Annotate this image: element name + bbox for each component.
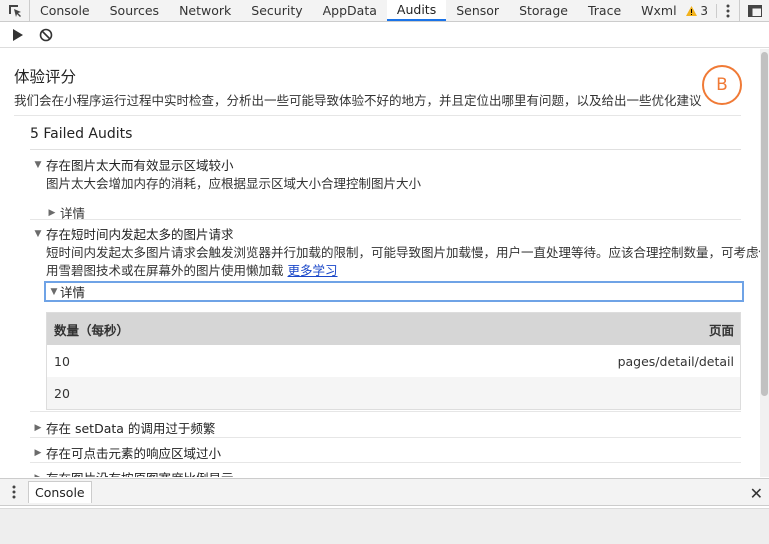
- divider: [30, 149, 741, 150]
- audit-title: 存在可点击元素的响应区域过小: [46, 446, 222, 461]
- audit-title: 存在 setData 的调用过于频繁: [46, 421, 216, 436]
- score-grade: B: [716, 75, 728, 95]
- column-header-page: 页面: [708, 322, 734, 338]
- warnings-counter[interactable]: 3: [678, 4, 717, 18]
- tab-network[interactable]: Network: [169, 0, 241, 21]
- inspect-cursor-icon: [8, 4, 21, 17]
- score-description: 我们会在小程序运行过程中实时检查，分析出一些可能导致体验不好的地方，并且定位出哪…: [14, 93, 702, 108]
- score-header: 体验评分 我们会在小程序运行过程中实时检查，分析出一些可能导致体验不好的地方，并…: [14, 65, 744, 109]
- audit-toggle[interactable]: ▶ 存在 setData 的调用过于频繁: [30, 418, 741, 437]
- divider: [30, 411, 741, 412]
- block-icon: [39, 28, 53, 41]
- tab-trace[interactable]: Trace: [578, 0, 631, 21]
- inspect-element-button[interactable]: [0, 0, 30, 21]
- drawer-toolbar: Console ✕: [0, 478, 769, 506]
- audit-title: 存在短时间内发起太多的图片请求: [46, 227, 234, 242]
- audit-title: 存在图片没有按原图宽度比例显示: [46, 468, 234, 477]
- triangle-down-icon: ▼: [34, 159, 42, 170]
- audit-toggle[interactable]: ▶ 存在图片没有按原图宽度比例显示: [30, 468, 741, 477]
- play-icon: [13, 28, 23, 41]
- audit-item-many-requests: ▼ 存在短时间内发起太多的图片请求 短时间内发起太多图片请求会触发浏览器并行加载…: [30, 224, 760, 280]
- score-title: 体验评分: [14, 68, 77, 86]
- dock-side-icon[interactable]: [739, 0, 769, 22]
- drawer-tab-console[interactable]: Console: [28, 481, 92, 503]
- clear-button[interactable]: [34, 25, 58, 45]
- audit-description-line: 短时间内发起太多图片请求会触发浏览器并行加载的限制，可能导致图片加载慢，用户一直…: [46, 245, 760, 260]
- close-drawer-icon[interactable]: ✕: [750, 484, 763, 503]
- audit-description-text: 用雪碧图技术或在屏幕外的图片使用懒加载: [46, 263, 284, 278]
- learn-more-link[interactable]: 更多学习: [288, 263, 338, 278]
- audit-item-aspect-ratio: ▶ 存在图片没有按原图宽度比例显示: [30, 468, 741, 477]
- audit-item-large-image: ▼ 存在图片太大而有效显示区域较小 图片太大会增加内存的消耗，应根据显示区域大小…: [30, 155, 741, 222]
- triangle-down-icon: ▼: [34, 228, 42, 239]
- devtools-tab-bar: Console Sources Network Security AppData…: [0, 0, 769, 22]
- console-input-area[interactable]: [0, 508, 769, 544]
- divider: [30, 437, 741, 438]
- failed-audits-heading: 5 Failed Audits: [30, 126, 133, 142]
- audit-toggle[interactable]: ▼ 存在短时间内发起太多的图片请求: [30, 224, 741, 243]
- run-audits-button[interactable]: [6, 25, 30, 45]
- table-header: 数量（每秒） 页面: [47, 313, 740, 345]
- tab-security[interactable]: Security: [241, 0, 312, 21]
- tab-storage[interactable]: Storage: [509, 0, 578, 21]
- audits-panel: 体验评分 我们会在小程序运行过程中实时检查，分析出一些可能导致体验不好的地方，并…: [0, 49, 760, 477]
- triangle-down-icon: ▼: [50, 286, 58, 297]
- tab-audits[interactable]: Audits: [386, 0, 447, 21]
- triangle-right-icon: ▶: [34, 447, 42, 458]
- divider: [30, 219, 741, 220]
- details-table: 数量（每秒） 页面 10 pages/detail/detail 20: [46, 312, 741, 410]
- audit-title: 存在图片太大而有效显示区域较小: [46, 158, 234, 173]
- drawer-menu-icon[interactable]: [0, 485, 28, 499]
- tab-console[interactable]: Console: [30, 0, 100, 21]
- more-options-icon[interactable]: [717, 4, 739, 18]
- audits-toolbar: [0, 22, 769, 48]
- details-label: 详情: [60, 285, 86, 300]
- audit-toggle[interactable]: ▶ 存在可点击元素的响应区域过小: [30, 443, 741, 462]
- audit-description: 图片太大会增加内存的消耗，应根据显示区域大小合理控制图片大小: [46, 176, 422, 191]
- table-row: 20: [47, 377, 740, 409]
- triangle-right-icon: ▶: [48, 207, 56, 218]
- warning-icon: [686, 6, 698, 16]
- column-header-count: 数量（每秒）: [54, 322, 130, 338]
- audit-item-setdata: ▶ 存在 setData 的调用过于频繁: [30, 418, 741, 437]
- divider: [14, 115, 741, 116]
- divider: [30, 462, 741, 463]
- audit-item-tap-area: ▶ 存在可点击元素的响应区域过小: [30, 443, 741, 462]
- scrollbar-thumb[interactable]: [761, 52, 768, 396]
- audit-description-line: 用雪碧图技术或在屏幕外的图片使用懒加载 更多学习: [46, 262, 741, 280]
- tab-sources[interactable]: Sources: [100, 0, 169, 21]
- tab-sensor[interactable]: Sensor: [446, 0, 509, 21]
- score-grade-badge: B: [702, 65, 742, 105]
- warning-count: 3: [700, 4, 708, 18]
- table-row: 10 pages/detail/detail: [47, 345, 740, 377]
- cell-count: 10: [54, 353, 70, 369]
- cell-page: pages/detail/detail: [617, 353, 734, 369]
- triangle-right-icon: ▶: [30, 473, 46, 478]
- details-toggle-focused[interactable]: ▼ 详情: [44, 281, 744, 302]
- triangle-right-icon: ▶: [34, 422, 42, 433]
- audit-description: 短时间内发起太多图片请求会触发浏览器并行加载的限制，可能导致图片加载慢，用户一直…: [46, 244, 760, 280]
- tab-appdata[interactable]: AppData: [313, 0, 387, 21]
- audit-toggle[interactable]: ▼ 存在图片太大而有效显示区域较小: [30, 155, 741, 174]
- cell-count: 20: [54, 385, 70, 401]
